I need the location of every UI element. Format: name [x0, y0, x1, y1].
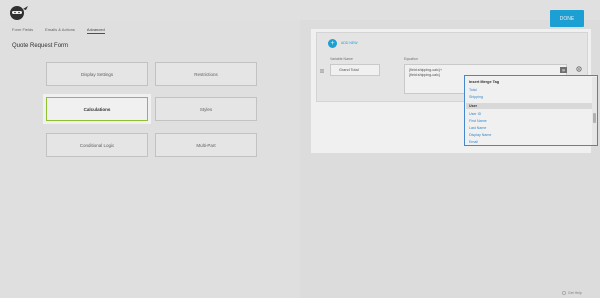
done-button[interactable]: DONE	[550, 10, 584, 27]
card-display-settings[interactable]: Display Settings	[46, 62, 148, 86]
merge-tag-item[interactable]: Shipping	[469, 95, 483, 99]
merge-tag-icon[interactable]: ▤	[560, 67, 567, 73]
form-title: Quote Request Form	[12, 43, 69, 49]
variable-name-input[interactable]: Grand Total	[330, 64, 380, 76]
form-builder: Form Fields Emails & Actions Advanced Qu…	[0, 20, 300, 298]
merge-tag-title: Insert Merge Tag	[469, 80, 500, 84]
merge-tag-dropdown: Insert Merge Tag Total Shipping User Use…	[464, 75, 598, 146]
merge-tag-item[interactable]: User ID	[469, 112, 481, 116]
merge-tag-item[interactable]: Email	[469, 140, 478, 144]
variable-name-header: Variable Name	[330, 57, 353, 61]
tab-advanced[interactable]: Advanced	[86, 27, 105, 34]
equation-header: Equation	[404, 57, 418, 61]
card-calculations[interactable]: Calculations	[46, 97, 148, 121]
card-styles[interactable]: Styles	[155, 97, 257, 121]
card-conditional-logic[interactable]: Conditional Logic	[46, 133, 148, 157]
get-help-label: Get Help	[568, 291, 582, 295]
merge-tag-item[interactable]: Last Name	[469, 126, 486, 130]
dropdown-scrollbar[interactable]	[592, 77, 597, 145]
builder-tabs: Form Fields Emails & Actions Advanced	[12, 27, 105, 34]
top-bar	[0, 0, 600, 20]
dropdown-scrollbar-thumb[interactable]	[593, 113, 596, 123]
help-icon	[562, 291, 566, 295]
card-restrictions[interactable]: Restrictions	[155, 62, 257, 86]
merge-tag-item[interactable]: Total	[469, 88, 477, 92]
merge-tag-item[interactable]: First Name	[469, 119, 487, 123]
ninja-logo-icon	[10, 6, 28, 20]
drag-handle-icon[interactable]	[320, 69, 324, 73]
gear-icon[interactable]	[576, 66, 582, 72]
merge-tag-group-user: User	[466, 103, 592, 109]
card-multi-part[interactable]: Multi-Part	[155, 133, 257, 157]
tab-emails-actions[interactable]: Emails & Actions	[45, 27, 75, 34]
add-new-label[interactable]: ADD NEW	[341, 41, 358, 45]
add-new-button[interactable]: +	[328, 39, 337, 48]
tab-form-fields[interactable]: Form Fields	[12, 27, 33, 34]
merge-tag-item[interactable]: Display Name	[469, 133, 491, 137]
get-help-link[interactable]: Get Help	[562, 291, 582, 295]
